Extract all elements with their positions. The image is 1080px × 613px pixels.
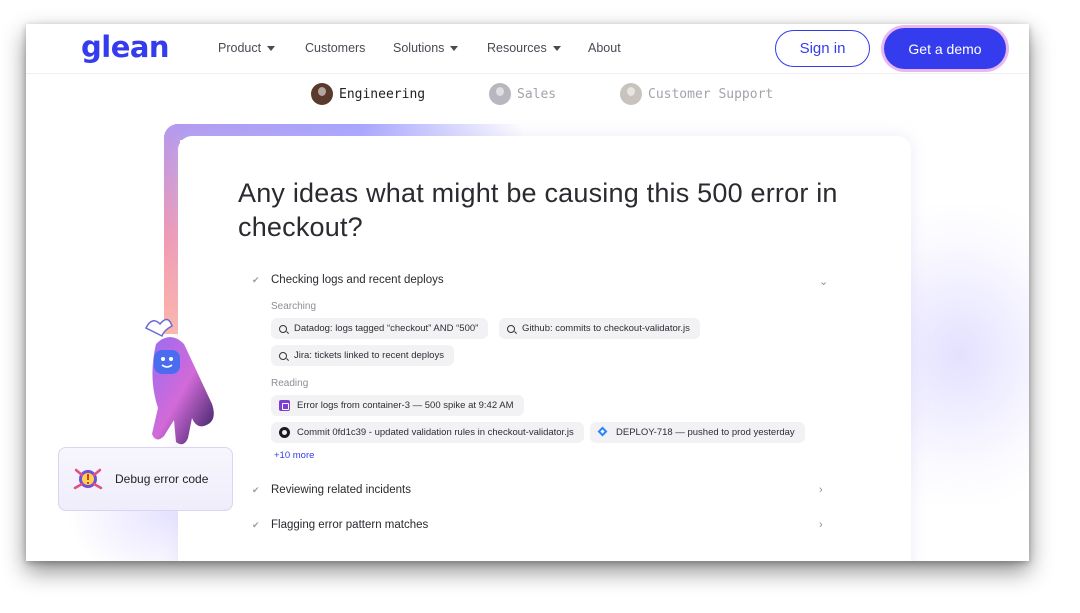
- chat-question: Any ideas what might be causing this 500…: [238, 178, 838, 242]
- search-icon: [279, 351, 287, 360]
- chevron-right-icon[interactable]: ›: [819, 519, 823, 531]
- step-label: Flagging error pattern matches: [271, 519, 429, 531]
- log-icon: [279, 400, 290, 411]
- chip-text: Error logs from container-3 — 500 spike …: [297, 400, 514, 411]
- avatar: [489, 83, 511, 105]
- search-icon: [507, 324, 515, 333]
- tab-label: Customer Support: [648, 86, 774, 102]
- caret-down-icon: [450, 45, 459, 51]
- tab-label: Engineering: [339, 86, 426, 102]
- tab-sales[interactable]: Sales: [489, 83, 556, 105]
- nav-item-label: About: [588, 41, 621, 55]
- chip-text: Github: commits to checkout-validator.js: [522, 323, 690, 334]
- page-frame: glean Product Customers Solutions Resour…: [26, 24, 1029, 561]
- step-checking-logs[interactable]: ✔ Checking logs and recent deploys: [252, 274, 444, 286]
- glean-logo[interactable]: glean: [81, 30, 170, 64]
- mascot-illustration: [144, 318, 214, 445]
- chevron-down-icon[interactable]: ⌄: [819, 275, 828, 288]
- top-nav: glean Product Customers Solutions Resour…: [26, 24, 1029, 74]
- searching-label: Searching: [271, 301, 317, 312]
- chip-text: Commit 0fd1c39 - updated validation rule…: [297, 427, 574, 438]
- search-chip: Jira: tickets linked to recent deploys: [271, 345, 454, 366]
- avatar: [620, 83, 642, 105]
- sign-in-button[interactable]: Sign in: [775, 30, 870, 67]
- source-chip[interactable]: Error logs from container-3 — 500 spike …: [271, 395, 524, 416]
- nav-item-about[interactable]: About: [588, 41, 621, 55]
- nav-item-label: Solutions: [393, 41, 445, 55]
- step-label: Reviewing related incidents: [271, 484, 411, 496]
- search-icon: [279, 324, 287, 333]
- caret-down-icon: [267, 45, 276, 51]
- jira-icon: [598, 427, 609, 438]
- nav-item-customers[interactable]: Customers: [305, 41, 365, 55]
- tab-customer-support[interactable]: Customer Support: [620, 83, 773, 105]
- chip-text: DEPLOY-718 — pushed to prod yesterday: [616, 427, 795, 438]
- reading-label: Reading: [271, 378, 309, 389]
- chip-text: Jira: tickets linked to recent deploys: [294, 350, 444, 361]
- nav-item-product[interactable]: Product: [218, 41, 276, 55]
- avatar: [311, 83, 333, 105]
- more-sources-link[interactable]: +10 more: [274, 450, 314, 461]
- nav-item-label: Resources: [487, 41, 547, 55]
- nav-item-resources[interactable]: Resources: [487, 41, 561, 55]
- chevron-right-icon[interactable]: ›: [819, 484, 823, 496]
- github-icon: [279, 427, 290, 438]
- step-label: Checking logs and recent deploys: [271, 274, 444, 286]
- search-chip: Github: commits to checkout-validator.js: [499, 318, 700, 339]
- bug-icon: [73, 468, 103, 490]
- source-chip[interactable]: Commit 0fd1c39 - updated validation rule…: [271, 422, 584, 443]
- tab-engineering[interactable]: Engineering: [311, 83, 425, 105]
- nav-item-solutions[interactable]: Solutions: [393, 41, 459, 55]
- source-chip[interactable]: DEPLOY-718 — pushed to prod yesterday: [590, 422, 805, 443]
- caret-down-icon: [552, 45, 561, 51]
- nav-item-label: Product: [218, 41, 262, 55]
- check-icon: ✔: [252, 484, 260, 495]
- debug-error-card[interactable]: Debug error code: [58, 447, 233, 511]
- step-flagging-patterns[interactable]: ✔ Flagging error pattern matches: [252, 519, 428, 531]
- debug-card-label: Debug error code: [115, 472, 209, 486]
- search-chip: Datadog: logs tagged “checkout” AND “500…: [271, 318, 489, 339]
- nav-item-label: Customers: [305, 41, 366, 55]
- get-demo-button[interactable]: Get a demo: [884, 28, 1006, 69]
- check-icon: ✔: [252, 274, 260, 285]
- check-icon: ✔: [252, 519, 260, 530]
- tab-label: Sales: [517, 86, 557, 102]
- chip-text: Datadog: logs tagged “checkout” AND “500…: [294, 323, 479, 334]
- step-reviewing-incidents[interactable]: ✔ Reviewing related incidents: [252, 484, 411, 496]
